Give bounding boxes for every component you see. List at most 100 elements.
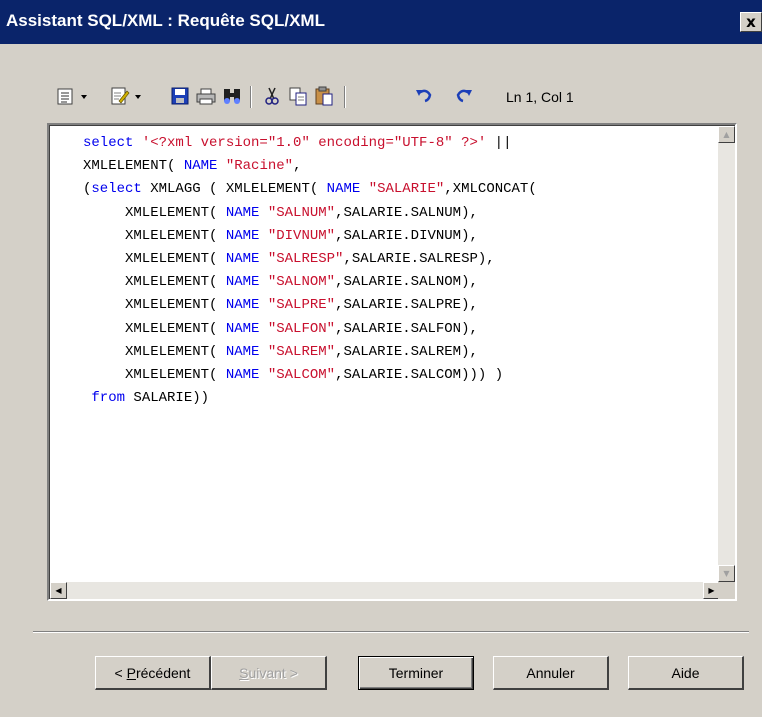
sql-text: XMLELEMENT( xyxy=(83,343,226,360)
sql-keyword: NAME xyxy=(225,320,260,337)
previous-button[interactable]: < Précédent xyxy=(95,656,211,690)
code-line[interactable]: from SALARIE)) xyxy=(83,387,537,410)
dialog-divider xyxy=(33,631,749,633)
code-line[interactable]: XMLELEMENT( NAME "SALPRE",SALARIE.SALPRE… xyxy=(83,294,537,317)
scroll-up-button[interactable]: ▲ xyxy=(718,126,735,143)
code-line[interactable]: XMLELEMENT( NAME "SALNUM",SALARIE.SALNUM… xyxy=(83,202,537,225)
sql-string: "SALRESP" xyxy=(267,251,344,268)
vertical-scrollbar[interactable]: ▲ ▼ xyxy=(718,126,735,582)
sql-string: "Racine" xyxy=(225,158,294,175)
scroll-down-button[interactable]: ▼ xyxy=(718,565,735,582)
properties-menu-icon[interactable] xyxy=(54,84,94,108)
print-icon[interactable] xyxy=(194,84,218,108)
code-line[interactable]: XMLELEMENT( NAME "SALRESP",SALARIE.SALRE… xyxy=(83,248,537,271)
toolbar-separator xyxy=(344,86,346,108)
sql-text: XMLELEMENT( xyxy=(83,297,226,314)
sql-text: XMLAGG ( XMLELEMENT( xyxy=(141,181,327,198)
cancel-button[interactable]: Annuler xyxy=(493,656,609,690)
window-title: Assistant SQL/XML : Requête SQL/XML xyxy=(6,11,325,30)
sql-code[interactable]: select '<?xml version="1.0" encoding="UT… xyxy=(83,132,537,410)
sql-text: XMLELEMENT( xyxy=(83,251,226,268)
sql-text: ,SALARIE.SALPRE), xyxy=(335,297,478,314)
code-line[interactable]: (select XMLAGG ( XMLELEMENT( NAME "SALAR… xyxy=(83,178,537,201)
sql-keyword: NAME xyxy=(225,343,260,360)
sql-text: , xyxy=(293,158,302,175)
previous-button-label: < Précédent xyxy=(114,664,191,681)
next-button[interactable]: Suivant > xyxy=(211,656,327,690)
sql-keyword: select xyxy=(91,181,142,198)
sql-string: "SALFON" xyxy=(267,320,336,337)
editor-toolbar: Ln 1, Col 1 xyxy=(54,84,614,110)
sql-keyword: NAME xyxy=(225,367,260,384)
code-line[interactable]: XMLELEMENT( NAME "SALCOM",SALARIE.SALCOM… xyxy=(83,364,537,387)
save-icon[interactable] xyxy=(168,84,192,108)
find-icon[interactable] xyxy=(220,84,244,108)
sql-keyword: NAME xyxy=(326,181,361,198)
sql-text: XMLELEMENT( xyxy=(83,158,184,175)
sql-text: SALARIE)) xyxy=(125,390,210,407)
help-button-label: Aide xyxy=(671,664,700,681)
paste-icon[interactable] xyxy=(312,84,336,108)
undo-icon[interactable] xyxy=(412,84,436,108)
sql-keyword: select xyxy=(83,135,142,151)
sql-text: XMLELEMENT( xyxy=(83,204,226,221)
scroll-left-button[interactable]: ◀ xyxy=(50,582,67,599)
sql-text: ,SALARIE.SALCOM))) ) xyxy=(335,367,504,384)
next-button-label: Suivant > xyxy=(239,664,298,681)
code-line[interactable]: XMLELEMENT( NAME "SALFON",SALARIE.SALFON… xyxy=(83,318,537,341)
finish-button[interactable]: Terminer xyxy=(358,656,474,690)
sql-keyword: NAME xyxy=(225,251,260,268)
horizontal-scrollbar[interactable]: ◀ ▶ xyxy=(50,582,720,599)
sql-text: ,SALARIE.SALRESP), xyxy=(343,251,495,268)
code-line[interactable]: select '<?xml version="1.0" encoding="UT… xyxy=(83,132,537,155)
sql-editor[interactable]: select '<?xml version="1.0" encoding="UT… xyxy=(47,123,737,601)
sql-string: "SALPRE" xyxy=(267,297,336,314)
scrollbar-corner xyxy=(718,582,735,599)
edit-menu-icon[interactable] xyxy=(108,84,148,108)
finish-button-label: Terminer xyxy=(388,665,444,681)
sql-text: || xyxy=(486,135,512,151)
sql-text: ,SALARIE.SALREM), xyxy=(335,343,478,360)
sql-text: XMLELEMENT( xyxy=(83,227,226,244)
sql-text: ,SALARIE.SALFON), xyxy=(335,320,478,337)
sql-string: "DIVNUM" xyxy=(267,227,336,244)
title-bar[interactable]: Assistant SQL/XML : Requête SQL/XML x xyxy=(0,0,762,44)
sql-text: XMLELEMENT( xyxy=(83,274,226,291)
sql-text: XMLELEMENT( xyxy=(83,320,226,337)
close-button[interactable]: x xyxy=(740,12,762,32)
redo-icon[interactable] xyxy=(452,84,476,108)
sql-keyword: NAME xyxy=(225,204,260,221)
sql-text: ,SALARIE.SALNOM), xyxy=(335,274,478,291)
toolbar-separator xyxy=(250,86,252,108)
sql-text: ,XMLCONCAT( xyxy=(444,181,537,198)
sql-text: ,SALARIE.SALNUM), xyxy=(335,204,478,221)
sql-string: "SALCOM" xyxy=(267,367,336,384)
code-line[interactable]: XMLELEMENT( NAME "DIVNUM",SALARIE.DIVNUM… xyxy=(83,225,537,248)
sql-keyword: NAME xyxy=(225,297,260,314)
copy-icon[interactable] xyxy=(286,84,310,108)
sql-keyword: NAME xyxy=(183,158,218,175)
sql-string: "SALREM" xyxy=(267,343,336,360)
sql-keyword: from xyxy=(91,390,126,407)
help-button[interactable]: Aide xyxy=(628,656,744,690)
cancel-button-label: Annuler xyxy=(526,664,575,681)
sql-string: "SALARIE" xyxy=(368,181,445,198)
code-line[interactable]: XMLELEMENT( NAME "SALREM",SALARIE.SALREM… xyxy=(83,341,537,364)
sql-keyword: NAME xyxy=(225,227,260,244)
cut-icon[interactable] xyxy=(260,84,284,108)
sql-string: "SALNUM" xyxy=(267,204,336,221)
sql-string: "SALNOM" xyxy=(267,274,336,291)
sql-string: '<?xml version="1.0" encoding="UTF-8" ?>… xyxy=(141,135,487,151)
code-line[interactable]: XMLELEMENT( NAME "SALNOM",SALARIE.SALNOM… xyxy=(83,271,537,294)
code-line[interactable]: XMLELEMENT( NAME "Racine", xyxy=(83,155,537,178)
